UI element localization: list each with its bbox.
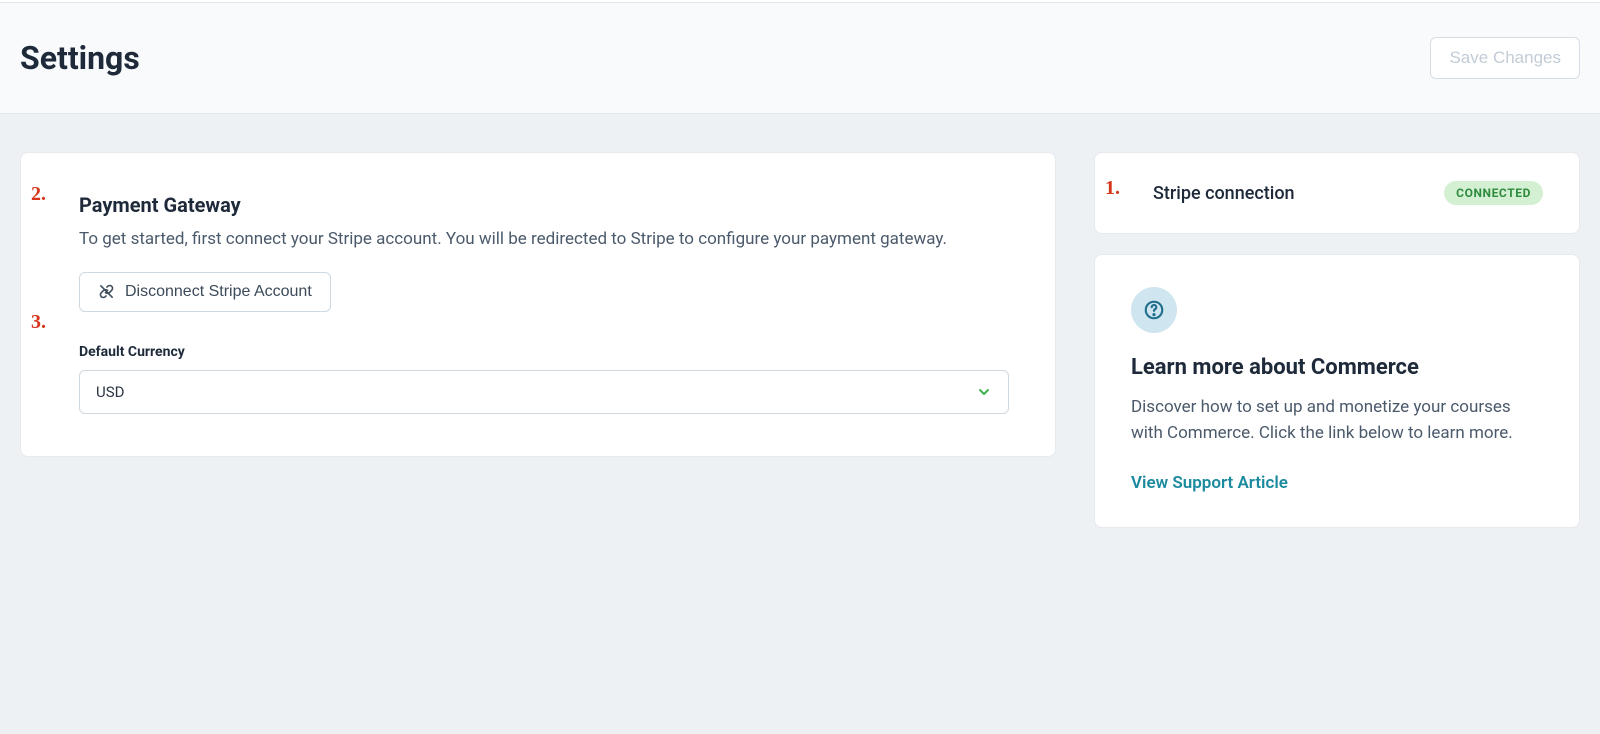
save-changes-button[interactable]: Save Changes xyxy=(1430,37,1580,79)
learn-more-title: Learn more about Commerce xyxy=(1131,355,1543,380)
status-badge: CONNECTED xyxy=(1444,181,1543,205)
learn-more-card: Learn more about Commerce Discover how t… xyxy=(1094,254,1580,528)
default-currency-label: Default Currency xyxy=(79,344,1019,360)
page-title: Settings xyxy=(20,39,140,77)
header-bar: Settings Save Changes xyxy=(0,2,1600,114)
help-icon xyxy=(1131,287,1177,333)
disconnect-stripe-label: Disconnect Stripe Account xyxy=(125,283,312,301)
question-circle-icon xyxy=(1143,299,1165,321)
payment-gateway-card: 2. 3. Payment Gateway To get started, fi… xyxy=(20,152,1056,457)
annotation-1: 1. xyxy=(1105,177,1120,200)
stripe-connection-card: 1. Stripe connection CONNECTED xyxy=(1094,152,1580,234)
unlink-icon xyxy=(98,283,115,300)
right-column: 1. Stripe connection CONNECTED Learn mor… xyxy=(1094,152,1580,528)
chevron-down-icon xyxy=(976,384,992,400)
payment-gateway-heading: Payment Gateway xyxy=(79,193,1019,217)
content-area: 2. 3. Payment Gateway To get started, fi… xyxy=(0,114,1600,528)
annotation-3: 3. xyxy=(31,311,46,334)
stripe-connection-label: Stripe connection xyxy=(1153,183,1295,204)
default-currency-select[interactable]: USD xyxy=(79,370,1009,414)
learn-more-body: Discover how to set up and monetize your… xyxy=(1131,394,1543,447)
view-support-article-link[interactable]: View Support Article xyxy=(1131,473,1288,493)
disconnect-stripe-button[interactable]: Disconnect Stripe Account xyxy=(79,272,331,312)
default-currency-value: USD xyxy=(96,383,124,401)
annotation-2: 2. xyxy=(31,183,46,206)
payment-gateway-description: To get started, first connect your Strip… xyxy=(79,227,1019,252)
